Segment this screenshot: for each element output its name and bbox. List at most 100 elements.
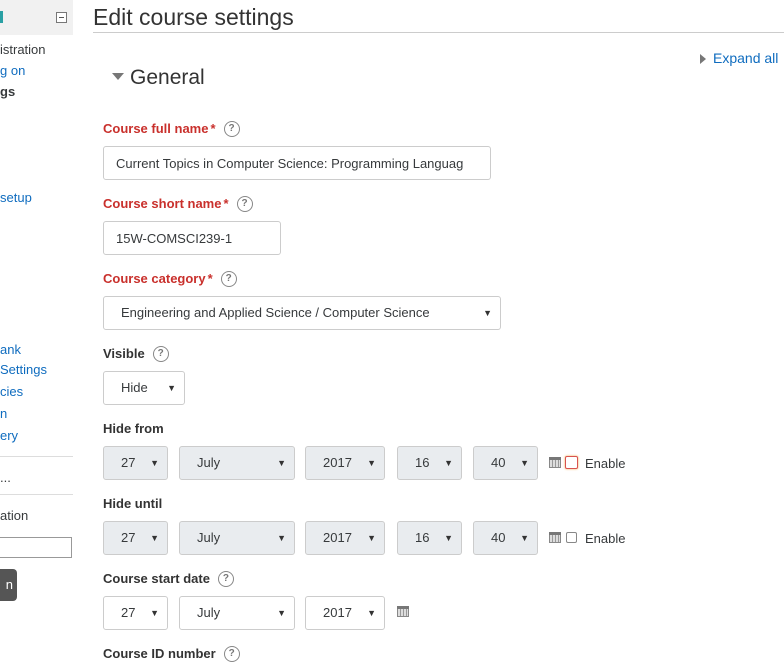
sidebar-item-competencies[interactable]: cies (0, 384, 23, 399)
category-select[interactable]: Engineering and Applied Science / Comput… (103, 296, 501, 330)
required-icon: * (207, 271, 213, 286)
calendar-icon[interactable] (397, 606, 409, 617)
chevron-down-icon: ▼ (367, 608, 376, 618)
required-icon: * (223, 196, 229, 211)
start-date-label: Course start date? (103, 570, 234, 588)
collapse-triangle-icon (112, 72, 124, 80)
short-name-label: Course short name *? (103, 195, 253, 213)
help-icon[interactable]: ? (236, 195, 253, 212)
hide-from-enable-checkbox[interactable] (565, 456, 578, 469)
sidebar-item-setup[interactable]: setup (0, 190, 32, 205)
expand-all-label: Expand all (713, 50, 779, 66)
select-value: 27 (121, 530, 136, 545)
select-value: 16 (415, 530, 430, 545)
sidebar-divider (0, 456, 73, 457)
hide-from-minute-select[interactable]: 40 ▼ (473, 446, 538, 480)
category-label-text: Course category (103, 271, 206, 286)
section-toggle-general[interactable]: General (112, 66, 205, 90)
chevron-down-icon: ▼ (367, 458, 376, 468)
help-icon[interactable]: ? (223, 645, 240, 662)
hide-until-label: Hide until (103, 496, 163, 511)
hide-until-day-select[interactable]: 27 ▼ (103, 521, 168, 555)
visible-select[interactable]: Hide ▼ (103, 371, 185, 405)
title-divider (93, 32, 784, 33)
help-icon[interactable]: ? (223, 120, 240, 137)
select-value: 2017 (323, 530, 352, 545)
category-label: Course category *? (103, 270, 237, 288)
chevron-down-icon: ▼ (444, 533, 453, 543)
sidebar-block: istration g on gs setup ank Settings cie… (0, 0, 74, 664)
hide-until-hour-select[interactable]: 16 ▼ (397, 521, 462, 555)
sidebar-item-settings-2[interactable]: Settings (0, 362, 47, 377)
sidebar-header-accent (0, 11, 3, 23)
sidebar-item-recovery[interactable]: ery (0, 428, 18, 443)
sidebar-search-input[interactable] (0, 537, 72, 558)
id-number-label: Course ID number? (103, 645, 240, 663)
hide-from-month-select[interactable]: July ▼ (179, 446, 295, 480)
sidebar-item-logging-on[interactable]: g on (0, 63, 25, 78)
hide-until-enable-label[interactable]: Enable (585, 531, 625, 546)
chevron-down-icon: ▼ (277, 608, 286, 618)
start-date-month-select[interactable]: July ▼ (179, 596, 295, 630)
select-value: 27 (121, 455, 136, 470)
select-value: 16 (415, 455, 430, 470)
chevron-down-icon: ▼ (444, 458, 453, 468)
select-value: 2017 (323, 605, 352, 620)
sidebar-header (0, 0, 73, 35)
sidebar-item-administration: istration (0, 42, 46, 57)
hide-from-hour-select[interactable]: 16 ▼ (397, 446, 462, 480)
hide-until-minute-select[interactable]: 40 ▼ (473, 521, 538, 555)
sidebar-item-settings[interactable]: gs (0, 84, 15, 99)
hide-from-year-select[interactable]: 2017 ▼ (305, 446, 385, 480)
hide-until-enable-checkbox[interactable] (566, 532, 577, 543)
hide-from-day-select[interactable]: 27 ▼ (103, 446, 168, 480)
expand-triangle-icon (700, 54, 706, 65)
chevron-down-icon: ▼ (277, 458, 286, 468)
hide-until-year-select[interactable]: 2017 ▼ (305, 521, 385, 555)
help-icon[interactable]: ? (152, 345, 169, 362)
required-icon: * (210, 121, 216, 136)
calendar-icon[interactable] (549, 457, 561, 468)
page-title: Edit course settings (93, 4, 294, 30)
chevron-down-icon: ▼ (277, 533, 286, 543)
select-value: July (197, 605, 221, 620)
chevron-down-icon: ▼ (150, 458, 159, 468)
select-value: 2017 (323, 455, 352, 470)
chevron-down-icon: ▼ (520, 533, 529, 543)
start-date-year-select[interactable]: 2017 ▼ (305, 596, 385, 630)
visible-label-text: Visible (103, 346, 145, 361)
start-date-label-text: Course start date (103, 571, 210, 586)
short-name-input[interactable]: 15W-COMSCI239-1 (103, 221, 281, 255)
hide-from-enable-label[interactable]: Enable (585, 456, 625, 471)
calendar-icon[interactable] (549, 532, 561, 543)
sidebar-item-n[interactable]: n (0, 406, 7, 421)
id-number-label-text: Course ID number (103, 646, 216, 661)
chevron-down-icon: ▼ (483, 308, 492, 318)
sidebar-search-button[interactable]: n (0, 569, 17, 601)
section-title: General (130, 66, 205, 89)
start-date-day-select[interactable]: 27 ▼ (103, 596, 168, 630)
help-icon[interactable]: ? (217, 570, 234, 587)
full-name-input[interactable]: Current Topics in Computer Science: Prog… (103, 146, 491, 180)
collapse-block-icon[interactable] (56, 12, 67, 23)
chevron-down-icon: ▼ (150, 608, 159, 618)
full-name-label: Course full name *? (103, 120, 240, 138)
visible-label: Visible? (103, 345, 169, 363)
sidebar-divider (0, 494, 73, 495)
sidebar-more[interactable]: ... (0, 470, 11, 485)
select-value: 27 (121, 605, 136, 620)
chevron-down-icon: ▼ (150, 533, 159, 543)
hide-from-label: Hide from (103, 421, 164, 436)
select-value: July (197, 530, 221, 545)
chevron-down-icon: ▼ (167, 383, 176, 393)
sidebar-item-question-bank[interactable]: ank (0, 342, 21, 357)
category-select-value: Engineering and Applied Science / Comput… (121, 305, 430, 320)
select-value: 40 (491, 455, 506, 470)
chevron-down-icon: ▼ (367, 533, 376, 543)
visible-select-value: Hide (121, 380, 148, 395)
help-icon[interactable]: ? (220, 270, 237, 287)
sidebar-search-heading: ation (0, 508, 29, 523)
expand-all-link[interactable]: Expand all (700, 50, 778, 66)
full-name-label-text: Course full name (103, 121, 209, 136)
hide-until-month-select[interactable]: July ▼ (179, 521, 295, 555)
